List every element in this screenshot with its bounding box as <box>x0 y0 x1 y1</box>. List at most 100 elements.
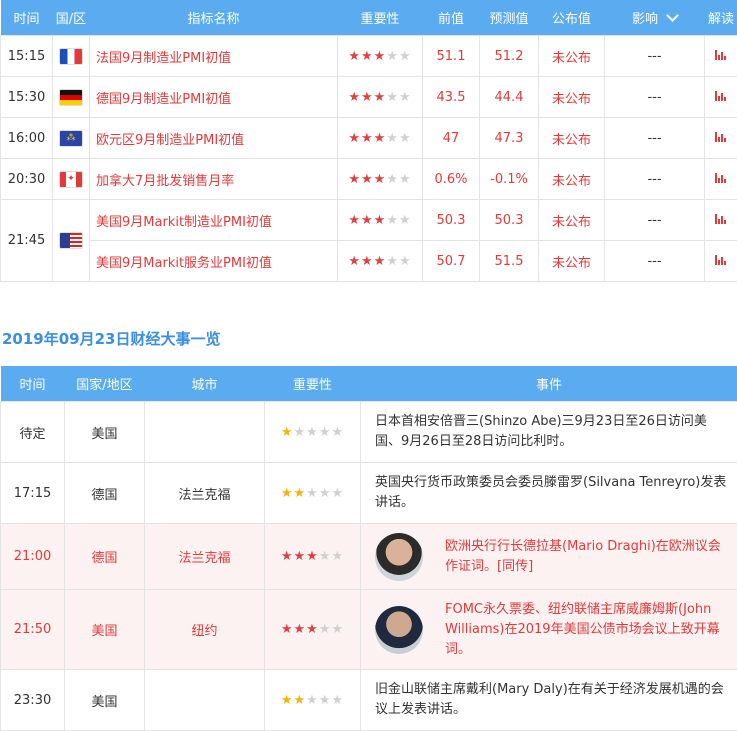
importance-stars: ★★★★★ <box>338 77 423 118</box>
previous-value: 0.6% <box>423 159 480 200</box>
time-cell: 15:30 <box>1 77 53 118</box>
table-row: 待定 美国 ★★★★★ 日本首相安倍晋三(Shinzo Abe)三9月23日至2… <box>1 402 737 463</box>
importance-stars: ★★★★★ <box>338 200 423 241</box>
table-row: 23:30 美国 ★★★★★ 旧金山联储主席戴利(Mary Daly)在有关于经… <box>1 670 737 731</box>
forecast-value: -0.1% <box>480 159 539 200</box>
event-city: 法兰克福 <box>145 524 265 590</box>
forecast-value: 51.5 <box>480 241 539 282</box>
header-actual: 公布值 <box>539 0 605 36</box>
events-table: 时间 国家/地区 城市 重要性 事件 待定 美国 ★★★★★ 日本首相安倍晋三(… <box>0 366 737 731</box>
france-flag-icon <box>59 48 83 65</box>
avatar <box>375 606 423 654</box>
importance-stars: ★★★★★ <box>265 590 361 670</box>
usa-flag-icon <box>59 232 83 249</box>
table-row: 15:15 法国9月制造业PMI初值 ★★★★★ 51.1 51.2 未公布 -… <box>1 36 737 77</box>
importance-stars: ★★★★★ <box>265 670 361 731</box>
impact-label: 影响 <box>632 12 658 27</box>
event-time: 17:15 <box>1 463 65 524</box>
events-title: 2019年09月23日财经大事一览 <box>2 328 221 349</box>
germany-flag-icon <box>59 89 83 106</box>
events-header-row: 时间 国家/地区 城市 重要性 事件 <box>1 366 737 402</box>
analysis-chart-icon[interactable] <box>705 118 737 159</box>
event-time: 21:50 <box>1 590 65 670</box>
actual-value: 未公布 <box>539 77 605 118</box>
event-cell: FOMC永久票委、纽约联储主席威廉姆斯(John Williams)在2019年… <box>361 590 737 670</box>
country-cell: ⁂ <box>53 118 90 159</box>
country-cell: ✦ <box>53 159 90 200</box>
impact-value: --- <box>605 159 705 200</box>
importance-stars: ★★★★★ <box>338 159 423 200</box>
header-forecast: 预测值 <box>480 0 539 36</box>
canada-flag-icon: ✦ <box>59 171 83 188</box>
event-city <box>145 402 265 463</box>
header-event: 事件 <box>361 366 737 402</box>
indicator-link[interactable]: 美国9月Markit制造业PMI初值 <box>90 200 338 241</box>
forecast-value: 44.4 <box>480 77 539 118</box>
header-importance: 重要性 <box>338 0 423 36</box>
header-previous: 前值 <box>423 0 480 36</box>
impact-value: --- <box>605 77 705 118</box>
event-city: 法兰克福 <box>145 463 265 524</box>
analysis-chart-icon[interactable] <box>705 77 737 118</box>
header-impact-dropdown[interactable]: 影响 <box>605 0 705 36</box>
importance-stars: ★★★★★ <box>338 36 423 77</box>
header-country: 国/区 <box>53 0 90 36</box>
analysis-chart-icon[interactable] <box>705 159 737 200</box>
importance-stars: ★★★★★ <box>265 463 361 524</box>
table-row: 21:45 美国9月Markit制造业PMI初值 ★★★★★ 50.3 50.3… <box>1 200 737 241</box>
event-text: 旧金山联储主席戴利(Mary Daly)在有关于经济发展机遇的会议上发表讲话。 <box>361 670 737 731</box>
country-cell <box>53 200 90 282</box>
importance-stars: ★★★★★ <box>338 241 423 282</box>
eu-flag-icon: ⁂ <box>59 130 83 147</box>
time-cell: 20:30 <box>1 159 53 200</box>
header-time: 时间 <box>1 366 65 402</box>
impact-value: --- <box>605 36 705 77</box>
header-name: 指标名称 <box>90 0 338 36</box>
event-country: 美国 <box>65 670 145 731</box>
actual-value: 未公布 <box>539 200 605 241</box>
previous-value: 50.7 <box>423 241 480 282</box>
impact-value: --- <box>605 200 705 241</box>
forecast-value: 47.3 <box>480 118 539 159</box>
indicator-link[interactable]: 德国9月制造业PMI初值 <box>90 77 338 118</box>
avatar <box>375 533 423 581</box>
chevron-down-icon <box>666 9 679 22</box>
actual-value: 未公布 <box>539 36 605 77</box>
impact-value: --- <box>605 241 705 282</box>
table-row: 21:00 德国 法兰克福 ★★★★★ 欧洲央行行长德拉基(Mario Drag… <box>1 524 737 590</box>
previous-value: 50.3 <box>423 200 480 241</box>
indicator-link[interactable]: 法国9月制造业PMI初值 <box>90 36 338 77</box>
analysis-chart-icon[interactable] <box>705 241 737 282</box>
analysis-chart-icon[interactable] <box>705 200 737 241</box>
actual-value: 未公布 <box>539 159 605 200</box>
previous-value: 47 <box>423 118 480 159</box>
indicator-link[interactable]: 美国9月Markit服务业PMI初值 <box>90 241 338 282</box>
event-country: 美国 <box>65 402 145 463</box>
event-text: 英国央行货币政策委员会委员滕雷罗(Silvana Tenreyro)发表讲话。 <box>361 463 737 524</box>
table-row: 20:30 ✦ 加拿大7月批发销售月率 ★★★★★ 0.6% -0.1% 未公布… <box>1 159 737 200</box>
event-text: FOMC永久票委、纽约联储主席威廉姆斯(John Williams)在2019年… <box>445 600 729 660</box>
indicator-table: 时间 国/区 指标名称 重要性 前值 预测值 公布值 影响 解读 15:15 法… <box>0 0 737 282</box>
forecast-value: 50.3 <box>480 200 539 241</box>
time-cell: 15:15 <box>1 36 53 77</box>
analysis-chart-icon[interactable] <box>705 36 737 77</box>
indicator-link[interactable]: 加拿大7月批发销售月率 <box>90 159 338 200</box>
importance-stars: ★★★★★ <box>338 118 423 159</box>
event-city <box>145 670 265 731</box>
impact-value: --- <box>605 118 705 159</box>
header-analysis: 解读 <box>705 0 737 36</box>
event-country: 德国 <box>65 524 145 590</box>
previous-value: 43.5 <box>423 77 480 118</box>
event-time: 21:00 <box>1 524 65 590</box>
event-cell: 欧洲央行行长德拉基(Mario Draghi)在欧洲议会作证词。[同传] <box>361 524 737 590</box>
table-row: 16:00 ⁂ 欧元区9月制造业PMI初值 ★★★★★ 47 47.3 未公布 … <box>1 118 737 159</box>
header-importance: 重要性 <box>265 366 361 402</box>
event-time: 待定 <box>1 402 65 463</box>
country-cell <box>53 77 90 118</box>
header-city: 城市 <box>145 366 265 402</box>
header-country: 国家/地区 <box>65 366 145 402</box>
actual-value: 未公布 <box>539 118 605 159</box>
actual-value: 未公布 <box>539 241 605 282</box>
indicator-link[interactable]: 欧元区9月制造业PMI初值 <box>90 118 338 159</box>
table-row: 15:30 德国9月制造业PMI初值 ★★★★★ 43.5 44.4 未公布 -… <box>1 77 737 118</box>
